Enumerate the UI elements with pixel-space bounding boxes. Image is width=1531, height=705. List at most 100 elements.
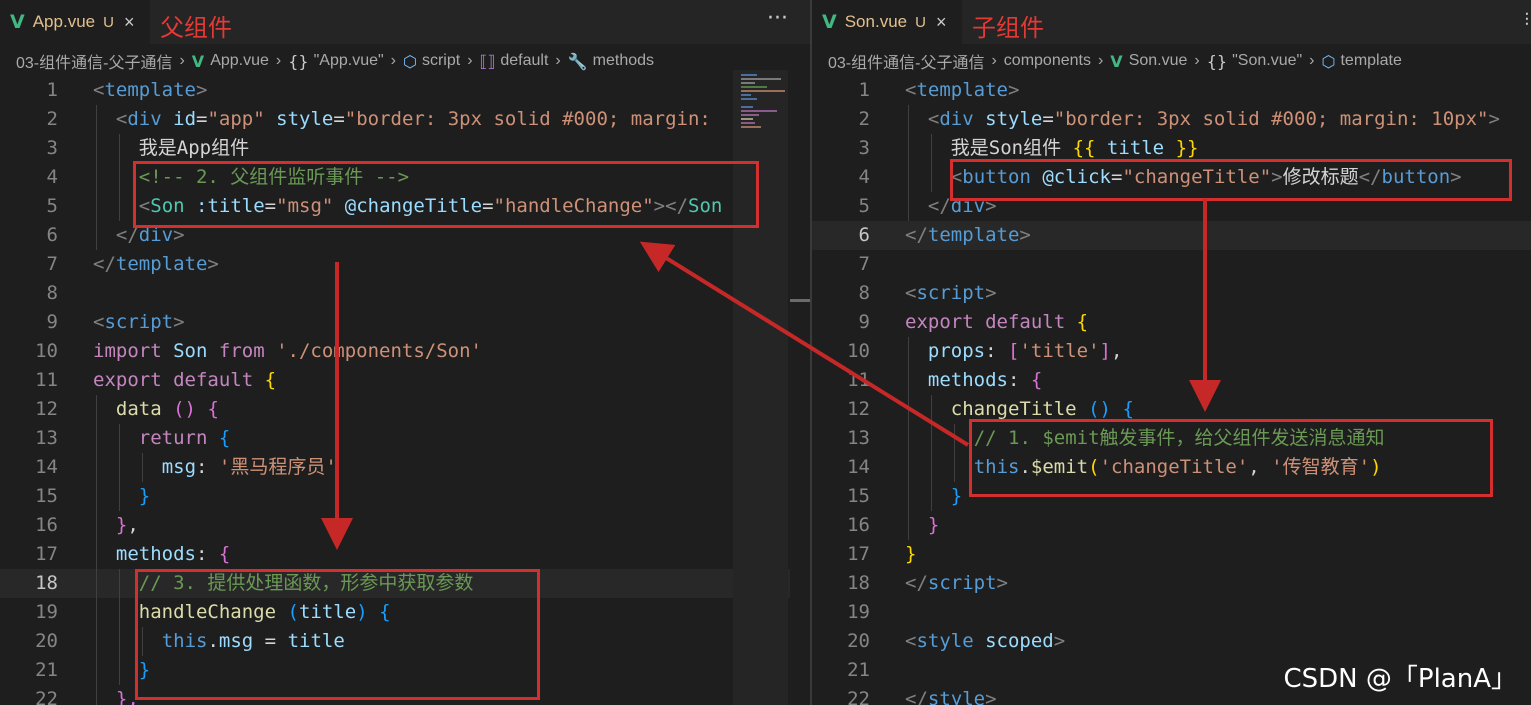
tab-app-vue[interactable]: V App.vue U × (0, 0, 150, 44)
code-token: > (985, 688, 997, 705)
split-editor-icon[interactable]: ⫶ (1525, 10, 1530, 31)
indent-guide (96, 482, 97, 511)
code-line[interactable]: 14 msg: '黑马程序员' (0, 453, 810, 482)
code-token: ] (1099, 340, 1111, 362)
breadcrumb-module[interactable]: "App.vue" (314, 52, 384, 70)
breadcrumb-script[interactable]: script (422, 52, 460, 70)
code-text: msg: '黑马程序员' (162, 453, 337, 482)
code-text: <template> (905, 76, 1019, 105)
indent-guide (96, 540, 97, 569)
indent-guide (908, 366, 909, 395)
breadcrumb-components[interactable]: components (1004, 52, 1091, 70)
code-line[interactable]: 2 <div id="app" style="border: 3px solid … (0, 105, 810, 134)
code-line[interactable]: 17 methods: { (0, 540, 810, 569)
code-token: () (173, 398, 196, 420)
line-number: 16 (847, 514, 870, 536)
code-line[interactable]: 18 </script> (812, 569, 1531, 598)
code-line[interactable]: 17} (812, 540, 1531, 569)
code-line[interactable]: 8 (0, 279, 810, 308)
code-line[interactable]: 19 (812, 598, 1531, 627)
code-text: props: ['title'], (928, 337, 1123, 366)
indent-guide (118, 424, 120, 453)
code-line[interactable]: 7 </template> (0, 250, 810, 279)
breadcrumb-module[interactable]: "Son.vue" (1232, 52, 1302, 70)
code-line[interactable]: 16} (812, 511, 1531, 540)
code-line[interactable]: 10 import Son from './components/Son' (0, 337, 810, 366)
code-token: title (1106, 137, 1165, 159)
enum-icon: ⟦⟧ (479, 51, 496, 71)
indent-guide (96, 395, 97, 424)
breadcrumb-folder[interactable]: 03-组件通信-父子通信 (16, 49, 172, 73)
close-icon[interactable]: × (936, 12, 947, 33)
code-line[interactable]: 2 <div style="border: 3px solid #000; mar… (812, 105, 1531, 134)
tab-son-vue[interactable]: V Son.vue U × (812, 0, 962, 44)
code-token: , (1110, 340, 1123, 362)
code-token: { (218, 427, 231, 449)
code-line[interactable]: 13 return { (0, 424, 810, 453)
breadcrumb-folder[interactable]: 03-组件通信-父子通信 (828, 49, 984, 73)
code-token: } (927, 514, 940, 536)
code-token: , (127, 514, 139, 536)
line-number: 12 (847, 398, 870, 420)
code-line[interactable]: 8 <script> (812, 279, 1531, 308)
line-number: 21 (35, 659, 58, 681)
code-token: 我是Son组件 (950, 137, 1073, 159)
code-line[interactable]: 11 methods: { (812, 366, 1531, 395)
code-token: "border: 3px solid #000; margin: (344, 108, 711, 130)
line-number: 19 (847, 601, 870, 623)
code-line[interactable]: 7 (812, 250, 1531, 279)
code-line[interactable]: 15} (0, 482, 810, 511)
more-actions-icon[interactable]: ··· (767, 6, 788, 31)
code-text: export default { (905, 308, 1088, 337)
cube-icon: ⬡ (403, 51, 417, 71)
code-line[interactable]: 12 data () { (0, 395, 810, 424)
code-token: < (927, 108, 940, 130)
code-line[interactable]: 11 export default { (0, 366, 810, 395)
line-number: 1 (46, 79, 58, 101)
code-line[interactable]: 9 <script> (0, 308, 810, 337)
indent-guide (908, 163, 909, 192)
chevron-right-icon: › (555, 52, 561, 69)
code-token: { (1122, 398, 1134, 420)
line-number: 15 (847, 485, 870, 507)
breadcrumb-file[interactable]: App.vue (210, 52, 269, 70)
line-number: 9 (858, 311, 870, 333)
line-number: 11 (847, 369, 870, 391)
code-text: } (139, 482, 150, 511)
line-number: 17 (847, 543, 870, 565)
code-text: <style scoped> (905, 627, 1065, 656)
code-line[interactable]: 9 export default { (812, 308, 1531, 337)
code-token: import (93, 340, 162, 362)
vertical-scrollbar[interactable] (790, 70, 810, 705)
code-line[interactable]: 16}, (0, 511, 810, 540)
code-line[interactable]: 6 </template> (812, 221, 1531, 250)
code-line[interactable]: 20 <style scoped> (812, 627, 1531, 656)
line-number: 2 (46, 108, 58, 130)
code-token: changeTitle (950, 398, 1077, 420)
breadcrumb-methods[interactable]: methods (593, 52, 654, 70)
vue-logo-icon: V (1110, 51, 1123, 71)
code-line[interactable]: 1 <template> (0, 76, 810, 105)
breadcrumb-file[interactable]: Son.vue (1129, 52, 1188, 70)
code-token: : (1007, 369, 1031, 391)
code-token: > (1019, 224, 1031, 246)
close-icon[interactable]: × (124, 12, 135, 33)
code-line[interactable]: 10 props: ['title'], (812, 337, 1531, 366)
code-text: </style> (905, 685, 997, 705)
breadcrumb-default[interactable]: default (500, 52, 548, 70)
indent-guide (96, 569, 97, 598)
indent-guide (930, 482, 932, 511)
line-number: 14 (847, 456, 870, 478)
tab-label: Son.vue (844, 12, 908, 31)
code-token: : (196, 456, 219, 478)
chevron-right-icon: › (1097, 52, 1104, 69)
code-line[interactable]: 3 我是App组件 (0, 134, 810, 163)
code-token: < (93, 79, 105, 101)
code-line[interactable]: 1 <template> (812, 76, 1531, 105)
code-token: template (115, 253, 208, 275)
breadcrumb-template[interactable]: template (1340, 52, 1401, 70)
code-token: template (916, 79, 1008, 101)
